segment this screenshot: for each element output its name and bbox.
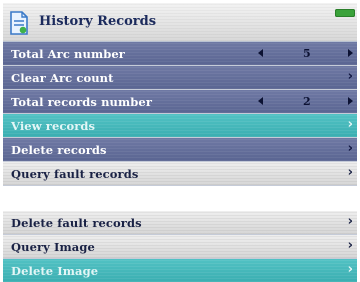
chevron-right-icon: › xyxy=(347,214,353,229)
chevron-right-icon: › xyxy=(347,141,353,156)
chevron-right-icon: › xyxy=(347,117,353,132)
query-fault-records-label: Query fault records xyxy=(11,167,139,181)
header-bar: History Records xyxy=(3,3,357,42)
delete-image-label: Delete Image xyxy=(11,264,99,278)
increase-arrow-icon[interactable] xyxy=(348,97,353,105)
query-image-label: Query Image xyxy=(11,240,95,254)
delete-fault-records-label: Delete fault records xyxy=(11,216,142,230)
chevron-right-icon: › xyxy=(347,262,353,277)
battery-icon xyxy=(335,9,355,17)
delete-records-label: Delete records xyxy=(11,143,107,157)
document-icon xyxy=(10,11,28,35)
delete-image-row[interactable]: Delete Image › xyxy=(3,259,357,282)
increase-arrow-icon[interactable] xyxy=(348,49,353,57)
total-arc-number-value: 5 xyxy=(303,47,311,60)
chevron-right-icon: › xyxy=(347,69,353,84)
total-arc-number-label: Total Arc number xyxy=(11,47,125,61)
query-image-row[interactable]: Query Image › xyxy=(3,235,357,259)
decrease-arrow-icon[interactable] xyxy=(258,49,263,57)
clear-arc-count-row[interactable]: Clear Arc count › xyxy=(3,66,357,90)
query-fault-records-row[interactable]: Query fault records › xyxy=(3,162,357,186)
total-records-number-label: Total records number xyxy=(11,95,152,109)
total-arc-number-row[interactable]: Total Arc number 5 xyxy=(3,42,357,66)
view-records-label: View records xyxy=(11,119,96,133)
total-records-number-row[interactable]: Total records number 2 xyxy=(3,90,357,114)
decrease-arrow-icon[interactable] xyxy=(258,97,263,105)
chevron-right-icon: › xyxy=(347,165,353,180)
page-title: History Records xyxy=(39,14,157,29)
total-records-number-value: 2 xyxy=(303,95,311,108)
view-records-row[interactable]: View records › xyxy=(3,114,357,138)
chevron-right-icon: › xyxy=(347,238,353,253)
clear-arc-count-label: Clear Arc count xyxy=(11,71,114,85)
history-records-panel: History Records Total Arc number 5 Clear… xyxy=(3,3,357,186)
history-records-panel-continued: Delete fault records › Query Image › Del… xyxy=(3,211,357,282)
delete-records-row[interactable]: Delete records › xyxy=(3,138,357,162)
delete-fault-records-row[interactable]: Delete fault records › xyxy=(3,211,357,235)
